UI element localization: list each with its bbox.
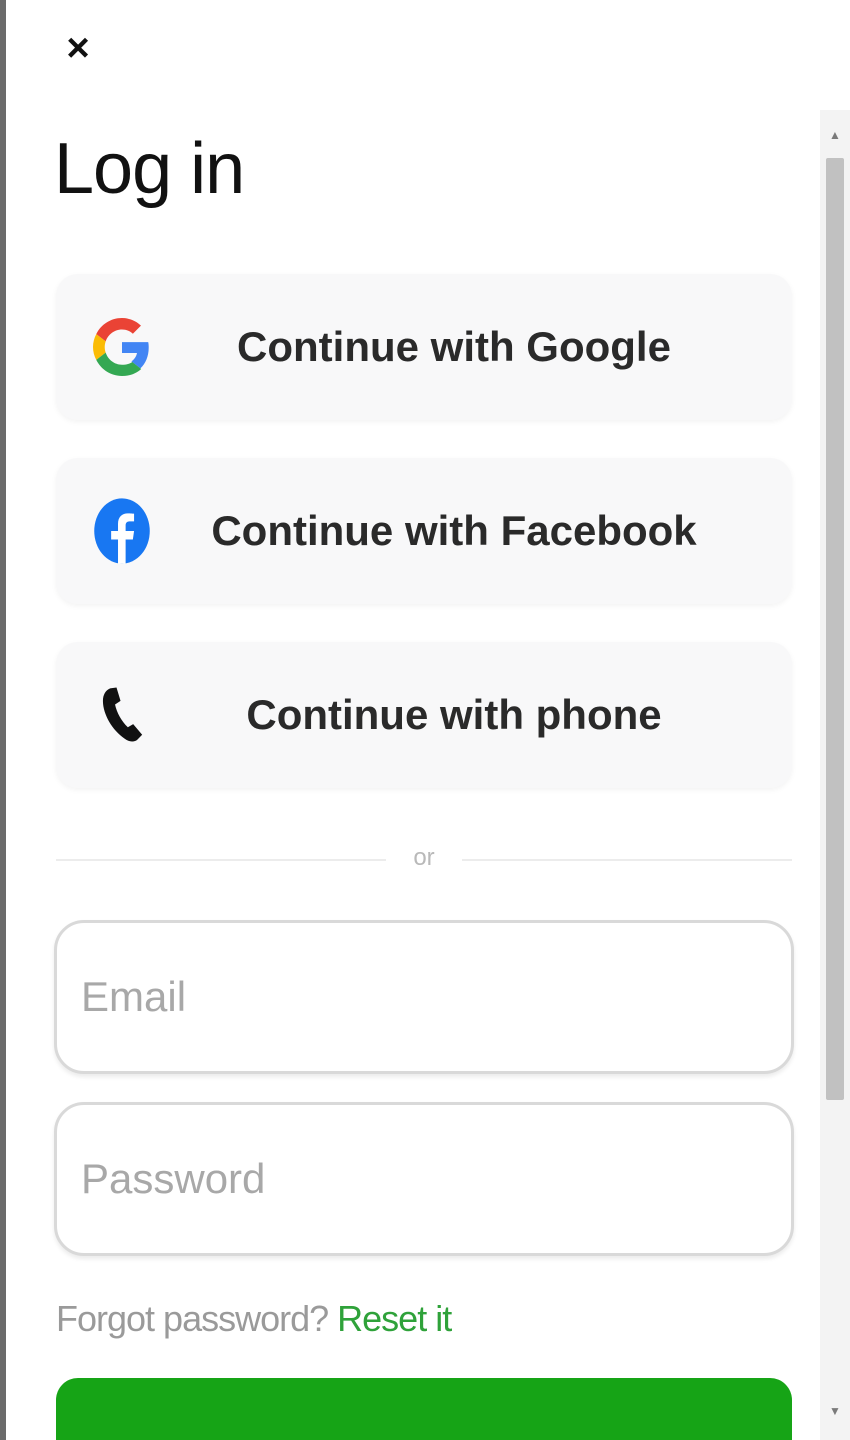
- scroll-up-arrow-icon[interactable]: ▲: [820, 118, 850, 152]
- password-field-wrapper: [54, 1102, 794, 1256]
- email-field-wrapper: [54, 920, 794, 1074]
- login-submit-button[interactable]: [56, 1378, 792, 1440]
- divider-line-right: [462, 859, 792, 861]
- page-title: Log in: [54, 129, 245, 209]
- facebook-button-label: Continue with Facebook: [211, 507, 697, 554]
- close-icon: ×: [66, 26, 90, 70]
- forgot-password-text: Forgot password?: [56, 1298, 329, 1339]
- or-divider: or: [56, 842, 792, 878]
- scroll-down-arrow-icon[interactable]: ▼: [820, 1394, 850, 1428]
- forgot-password-row: Forgot password? Reset it: [56, 1298, 452, 1340]
- reset-password-link[interactable]: Reset it: [337, 1298, 452, 1339]
- scrollbar-thumb[interactable]: [826, 158, 844, 1100]
- continue-with-facebook-button[interactable]: Continue with Facebook: [56, 458, 792, 604]
- login-dialog: × Log in Continue with Google Continue w…: [0, 0, 850, 1440]
- phone-button-label: Continue with phone: [246, 691, 662, 738]
- scrollbar[interactable]: ▲ ▼: [820, 110, 850, 1440]
- close-button[interactable]: ×: [58, 26, 98, 70]
- google-button-label: Continue with Google: [237, 323, 671, 370]
- password-field[interactable]: [79, 1105, 769, 1253]
- email-field[interactable]: [79, 923, 769, 1071]
- continue-with-google-button[interactable]: Continue with Google: [56, 274, 792, 420]
- continue-with-phone-button[interactable]: Continue with phone: [56, 642, 792, 788]
- divider-or-label: or: [413, 844, 435, 871]
